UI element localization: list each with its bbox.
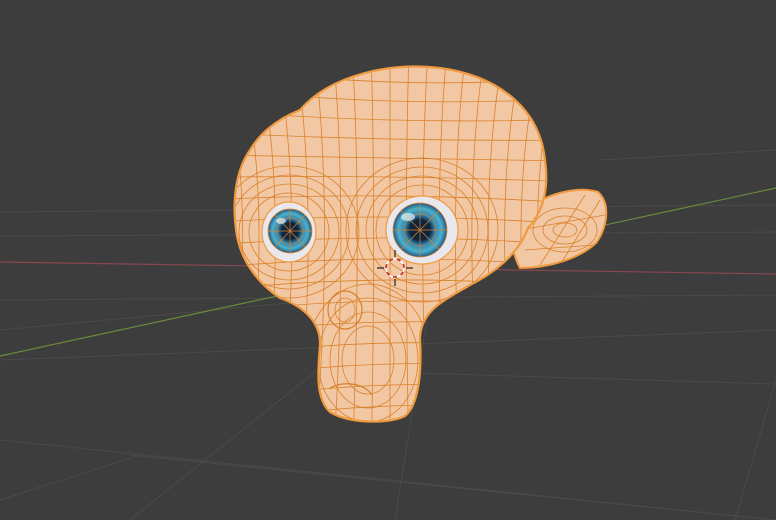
3d-viewport[interactable] [0,0,776,520]
left-eye[interactable] [261,201,317,263]
right-eye[interactable] [385,195,459,265]
viewport-canvas[interactable] [0,0,776,520]
